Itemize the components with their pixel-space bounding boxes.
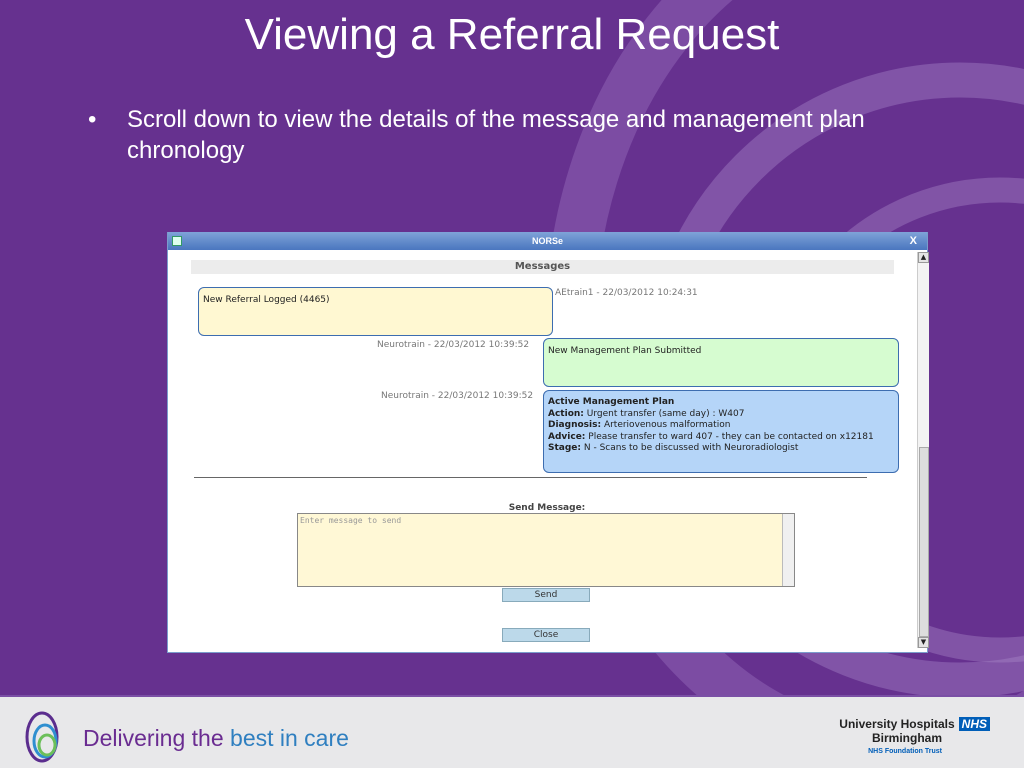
norse-window: NORSe X Messages New Referral Logged (44…	[167, 232, 929, 653]
message-text: New Management Plan Submitted	[548, 346, 702, 356]
bullet-text: Scroll down to view the details of the m…	[127, 106, 865, 164]
tagline-highlight: best in care	[230, 725, 349, 751]
slide-title: Viewing a Referral Request	[244, 10, 780, 59]
scroll-thumb[interactable]	[919, 447, 929, 637]
message-bubble: New Management Plan Submitted	[543, 338, 899, 387]
textarea-scrollbar[interactable]	[782, 514, 794, 586]
messages-header: Messages	[191, 260, 894, 274]
nhs-logo: University Hospitals NHS Birmingham NHS F…	[820, 717, 990, 759]
window-content: Messages New Referral Logged (4465) AEtr…	[172, 250, 929, 648]
action-value: Urgent transfer (same day) : W407	[586, 408, 745, 419]
message-meta: AEtrain1 - 22/03/2012 10:24:31	[555, 288, 698, 298]
close-icon[interactable]: X	[910, 232, 917, 250]
action-label: Action:	[548, 408, 584, 419]
message-placeholder: Enter message to send	[300, 516, 402, 525]
footer: Delivering the best in care University H…	[0, 695, 1024, 768]
org-city: Birmingham	[871, 731, 942, 745]
uhb-logo-icon	[25, 711, 59, 763]
stage-value: N - Scans to be discussed with Neuroradi…	[583, 443, 799, 453]
management-plan-bubble: Active Management Plan Action: Urgent tr…	[543, 390, 899, 473]
divider	[194, 477, 867, 478]
diagnosis-label: Diagnosis:	[548, 420, 602, 430]
scroll-up-arrow-icon[interactable]: ▲	[918, 252, 929, 263]
close-button[interactable]: Close	[502, 628, 590, 642]
stage-label: Stage:	[548, 443, 582, 453]
window-app-icon	[172, 236, 182, 246]
nhs-badge: NHS	[958, 717, 990, 731]
scroll-down-arrow-icon[interactable]: ▼	[918, 637, 929, 648]
tagline-part: Delivering the	[83, 725, 224, 751]
org-trust: NHS Foundation Trust	[868, 748, 942, 755]
window-title: NORSe	[531, 236, 563, 246]
message-meta: Neurotrain - 22/03/2012 10:39:52	[381, 391, 534, 401]
title-bar: NORSe X	[168, 232, 927, 250]
send-message-label: Send Message:	[508, 503, 586, 513]
advice-label: Advice:	[548, 431, 586, 442]
message-input[interactable]: Enter message to send	[297, 513, 795, 587]
advice-value: Please transfer to ward 407 - they can b…	[588, 431, 874, 442]
message-text: New Referral Logged (4465)	[203, 295, 330, 305]
message-bubble: New Referral Logged (4465)	[198, 287, 553, 336]
tagline: Delivering the best in care	[83, 725, 349, 752]
send-button[interactable]: Send	[502, 588, 590, 602]
bullet-marker: •	[88, 106, 97, 133]
message-meta: Neurotrain - 22/03/2012 10:39:52	[377, 340, 530, 350]
vertical-scrollbar[interactable]: ▲ ▼	[917, 252, 929, 648]
diagnosis-value: Arteriovenous malformation	[603, 420, 731, 430]
org-name: University Hospitals	[839, 717, 955, 731]
plan-heading: Active Management Plan	[548, 397, 675, 407]
